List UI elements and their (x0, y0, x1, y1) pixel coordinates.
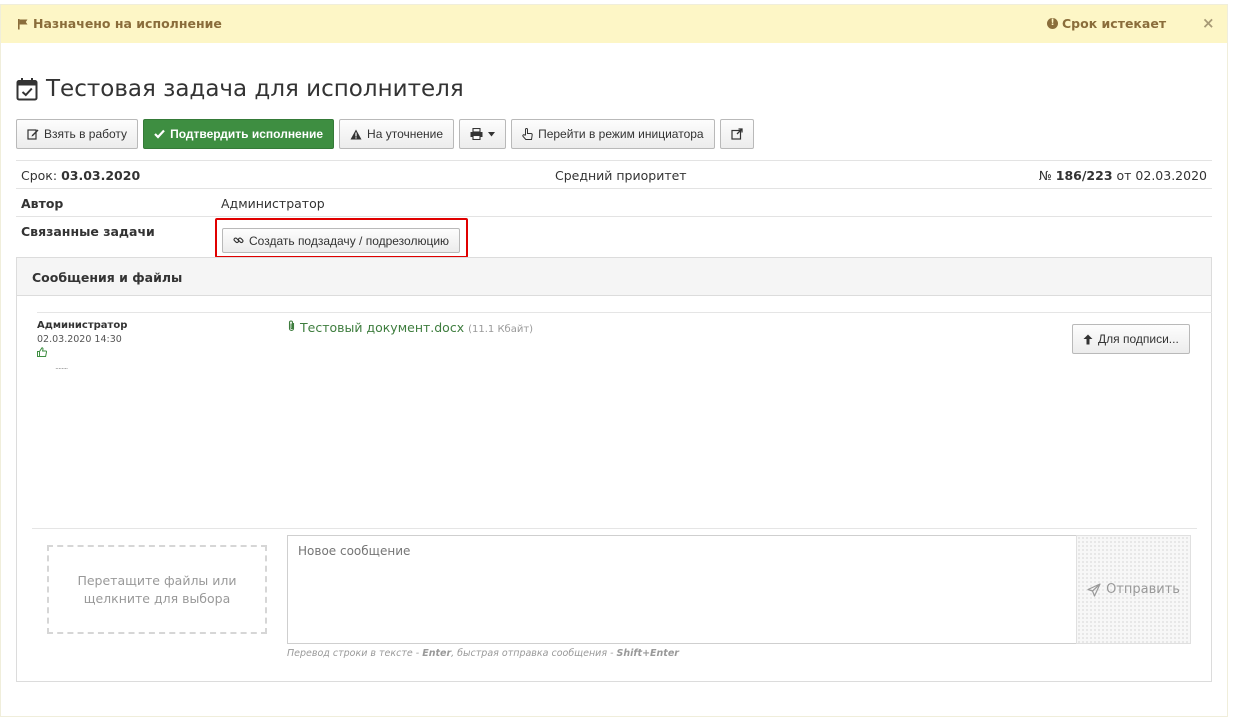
divider (37, 312, 1212, 313)
task-number: № 186/223 от 02.03.2020 (1038, 168, 1207, 183)
flag-icon (18, 18, 28, 29)
page: Назначено на исполнение ! Срок истекает … (0, 0, 1241, 721)
take-to-work-button[interactable]: Взять в работу (16, 119, 139, 149)
status-assigned: Назначено на исполнение (17, 16, 222, 31)
divider (32, 528, 1197, 529)
task-number-value: 186/223 (1055, 168, 1113, 183)
author-value: Администратор (221, 196, 325, 211)
status-alert-bar: Назначено на исполнение ! Срок истекает … (1, 5, 1227, 43)
open-external-button[interactable] (719, 119, 754, 149)
author-row: Автор Администратор (16, 188, 1212, 216)
print-icon (470, 128, 483, 140)
new-message-input[interactable] (287, 535, 1077, 644)
for-signature-button[interactable]: Для подписи... (1072, 324, 1190, 354)
messages-panel-title: Сообщения и файлы (17, 258, 1211, 296)
caret-down-icon (488, 131, 496, 136)
deadline-warning-text: Срок истекает (1062, 16, 1167, 31)
highlight-box: Создать подзадачу / подрезолюцию (215, 218, 468, 258)
message-text: ........ (55, 362, 68, 371)
related-tasks-label: Связанные задачи (21, 224, 155, 239)
related-tasks-row: Связанные задачи Создать подзадачу / под… (16, 216, 1212, 262)
exclamation-circle-icon: ! (1047, 18, 1058, 29)
compose-hint: Перевод строки в тексте - Enter, быстрая… (287, 648, 679, 659)
file-size: (11.1 Кбайт) (468, 324, 534, 335)
message-author: Администратор (37, 320, 128, 331)
close-icon[interactable]: × (1202, 14, 1215, 32)
check-icon (154, 129, 165, 139)
initiator-mode-button[interactable]: Перейти в режим инициатора (511, 119, 715, 149)
file-name[interactable]: Тестовый документ.docx (300, 320, 464, 335)
message-date: 02.03.2020 14:30 (37, 334, 122, 345)
print-dropdown-button[interactable] (459, 119, 507, 149)
hand-pointer-icon (522, 127, 533, 140)
create-subtask-button[interactable]: Создать подзадачу / подрезолюцию (222, 228, 461, 253)
thumbs-up-icon[interactable] (37, 346, 48, 361)
paperclip-icon (288, 320, 295, 332)
clarify-button[interactable]: На уточнение (339, 119, 455, 149)
task-meta-row: Срок: 03.03.2020 Средний приоритет № 186… (16, 160, 1212, 188)
status-assigned-text: Назначено на исполнение (33, 16, 222, 31)
deadline-value: 03.03.2020 (61, 168, 141, 183)
author-label: Автор (21, 196, 64, 211)
priority: Средний приоритет (555, 168, 687, 183)
arrow-up-icon (1083, 334, 1093, 344)
edit-icon (27, 129, 39, 140)
warning-icon (350, 129, 362, 139)
confirm-execution-button[interactable]: Подтвердить исполнение (143, 119, 335, 149)
file-link[interactable]: Тестовый документ.docx (11.1 Кбайт) (287, 320, 533, 335)
deadline: Срок: 03.03.2020 (21, 168, 141, 183)
toolbar: Взять в работу Подтвердить исполнение На… (16, 119, 754, 149)
messages-panel: Сообщения и файлы Администратор 02.03.20… (16, 257, 1212, 682)
paper-plane-icon (1087, 582, 1101, 597)
send-button[interactable]: Отправить (1076, 535, 1191, 644)
calendar-check-icon (16, 78, 38, 101)
task-info: Срок: 03.03.2020 Средний приоритет № 186… (16, 160, 1212, 262)
task-title: Тестовая задача для исполнителя (46, 76, 464, 102)
link-icon (233, 237, 244, 244)
file-dropzone[interactable]: Перетащите файлы или щелкните для выбора (47, 545, 267, 634)
page-title: Тестовая задача для исполнителя (16, 76, 464, 102)
deadline-warning: ! Срок истекает (1047, 16, 1166, 31)
external-link-icon (730, 128, 743, 140)
